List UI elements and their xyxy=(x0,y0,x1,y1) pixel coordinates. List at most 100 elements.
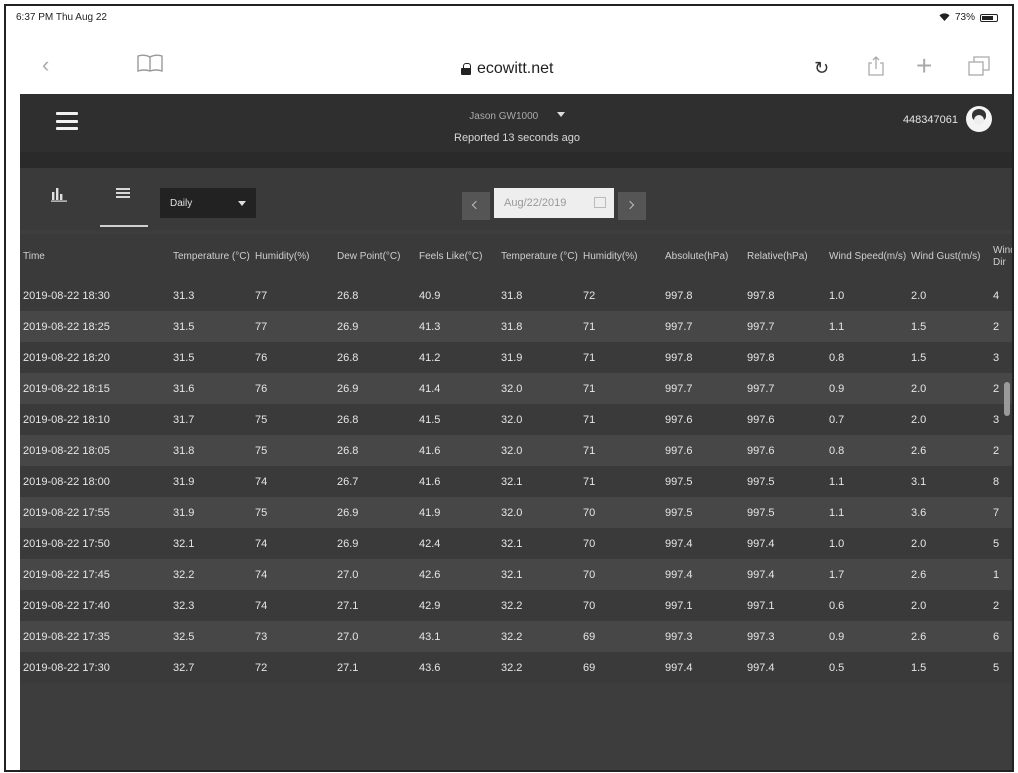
table-cell: 1.5 xyxy=(908,652,990,683)
table-cell: 32.0 xyxy=(498,373,580,404)
table-cell: 26.8 xyxy=(334,404,416,435)
calendar-icon xyxy=(594,197,606,208)
table-cell: 70 xyxy=(580,590,662,621)
table-cell: 26.7 xyxy=(334,466,416,497)
table-cell: 997.7 xyxy=(662,373,744,404)
table-cell: 26.8 xyxy=(334,280,416,311)
table-cell: 32.1 xyxy=(498,466,580,497)
active-tab-indicator xyxy=(100,225,148,227)
reload-icon[interactable]: ↻ xyxy=(814,58,829,79)
table-cell: 31.5 xyxy=(170,342,252,373)
table-cell: 74 xyxy=(252,466,334,497)
table-cell: 74 xyxy=(252,559,334,590)
table-cell: 31.3 xyxy=(170,280,252,311)
list-view-icon[interactable] xyxy=(116,188,130,198)
column-header[interactable]: Absolute(hPa) xyxy=(662,234,744,280)
table-cell: 997.1 xyxy=(744,590,826,621)
table-cell: 2.0 xyxy=(908,280,990,311)
share-icon[interactable] xyxy=(868,56,884,76)
table-row: 2019-08-22 18:05 31.8 75 26.8 41.6 32.0 71 997.… xyxy=(20,435,1012,466)
reported-status: Reported 13 seconds ago xyxy=(454,132,580,144)
table-cell: 0.9 xyxy=(826,373,908,404)
column-header[interactable]: Wind Gust(m/s) xyxy=(908,234,990,280)
table-cell: 3 xyxy=(990,342,1012,373)
table-cell: 2019-08-22 18:05 xyxy=(20,435,170,466)
status-indicators: 73% xyxy=(939,12,998,23)
table-cell: 32.0 xyxy=(498,435,580,466)
column-header[interactable]: Humidity(%) xyxy=(252,234,334,280)
table-cell: 2 xyxy=(990,435,1012,466)
table-cell: 32.3 xyxy=(170,590,252,621)
column-header[interactable]: Time xyxy=(20,234,170,280)
table-cell: 5 xyxy=(990,652,1012,683)
column-header[interactable]: Wind Speed(m/s) xyxy=(826,234,908,280)
table-cell: 31.5 xyxy=(170,311,252,342)
table-cell: 7 xyxy=(990,497,1012,528)
scrollbar[interactable] xyxy=(1004,382,1010,416)
table-body: 2019-08-22 18:30 31.3 77 26.8 40.9 31.8 72 997.… xyxy=(20,280,1012,683)
table-cell: 41.5 xyxy=(416,404,498,435)
new-tab-icon[interactable]: + xyxy=(916,50,932,82)
table-cell: 1.5 xyxy=(908,311,990,342)
table-cell: 77 xyxy=(252,280,334,311)
date-picker[interactable]: Aug/22/2019 xyxy=(494,188,614,218)
data-table-container[interactable]: Time Temperature (°C) Humidity(%) Dew Point… xyxy=(20,234,1012,770)
column-header[interactable]: Temperature (°C) xyxy=(170,234,252,280)
table-cell: 1.7 xyxy=(826,559,908,590)
column-header[interactable]: Wind Dir xyxy=(990,234,1012,280)
table-cell: 26.9 xyxy=(334,528,416,559)
table-cell: 77 xyxy=(252,311,334,342)
bookmarks-icon[interactable] xyxy=(136,53,164,73)
table-cell: 32.2 xyxy=(498,621,580,652)
table-cell: 0.6 xyxy=(826,590,908,621)
table-cell: 76 xyxy=(252,373,334,404)
table-cell: 41.9 xyxy=(416,497,498,528)
wifi-icon xyxy=(939,13,950,21)
table-cell: 2019-08-22 18:00 xyxy=(20,466,170,497)
battery-percent: 73% xyxy=(954,12,975,23)
back-icon[interactable]: ‹ xyxy=(42,52,49,78)
column-header[interactable]: Feels Like(°C) xyxy=(416,234,498,280)
table-cell: 42.9 xyxy=(416,590,498,621)
table-cell: 69 xyxy=(580,652,662,683)
chart-view-icon[interactable] xyxy=(50,186,68,202)
table-cell: 31.7 xyxy=(170,404,252,435)
table-cell: 41.2 xyxy=(416,342,498,373)
column-header[interactable]: Humidity(%) xyxy=(580,234,662,280)
period-select[interactable]: Daily xyxy=(160,188,256,218)
table-cell: 2.0 xyxy=(908,373,990,404)
avatar[interactable] xyxy=(966,106,992,132)
table-row: 2019-08-22 17:40 32.3 74 27.1 42.9 32.2 70 997.… xyxy=(20,590,1012,621)
station-selector[interactable]: Jason GW1000 Reported 13 seconds ago xyxy=(20,106,1012,144)
table-cell: 2.0 xyxy=(908,404,990,435)
table-cell: 2 xyxy=(990,590,1012,621)
table-cell: 2 xyxy=(990,373,1012,404)
table-cell: 41.3 xyxy=(416,311,498,342)
table-cell: 76 xyxy=(252,342,334,373)
table-cell: 26.8 xyxy=(334,435,416,466)
table-row: 2019-08-22 18:30 31.3 77 26.8 40.9 31.8 72 997.… xyxy=(20,280,1012,311)
next-date-button[interactable] xyxy=(618,192,646,220)
table-cell: 69 xyxy=(580,621,662,652)
column-header[interactable]: Temperature (°C) xyxy=(498,234,580,280)
table-cell: 997.4 xyxy=(662,528,744,559)
table-cell: 997.4 xyxy=(662,652,744,683)
column-header[interactable]: Dew Point(°C) xyxy=(334,234,416,280)
table-cell: 2.6 xyxy=(908,621,990,652)
period-value: Daily xyxy=(170,198,193,209)
table-cell: 2019-08-22 17:35 xyxy=(20,621,170,652)
table-cell: 4 xyxy=(990,280,1012,311)
table-row: 2019-08-22 18:00 31.9 74 26.7 41.6 32.1 71 997.… xyxy=(20,466,1012,497)
table-cell: 71 xyxy=(580,373,662,404)
column-header[interactable]: Relative(hPa) xyxy=(744,234,826,280)
address-bar[interactable]: ecowitt.net xyxy=(461,60,553,78)
table-cell: 71 xyxy=(580,342,662,373)
table-cell: 1.5 xyxy=(908,342,990,373)
table-cell: 997.4 xyxy=(744,652,826,683)
table-cell: 3 xyxy=(990,404,1012,435)
table-cell: 71 xyxy=(580,311,662,342)
table-cell: 71 xyxy=(580,404,662,435)
tabs-icon[interactable] xyxy=(968,56,990,76)
table-cell: 26.9 xyxy=(334,497,416,528)
previous-date-button[interactable] xyxy=(462,192,490,220)
